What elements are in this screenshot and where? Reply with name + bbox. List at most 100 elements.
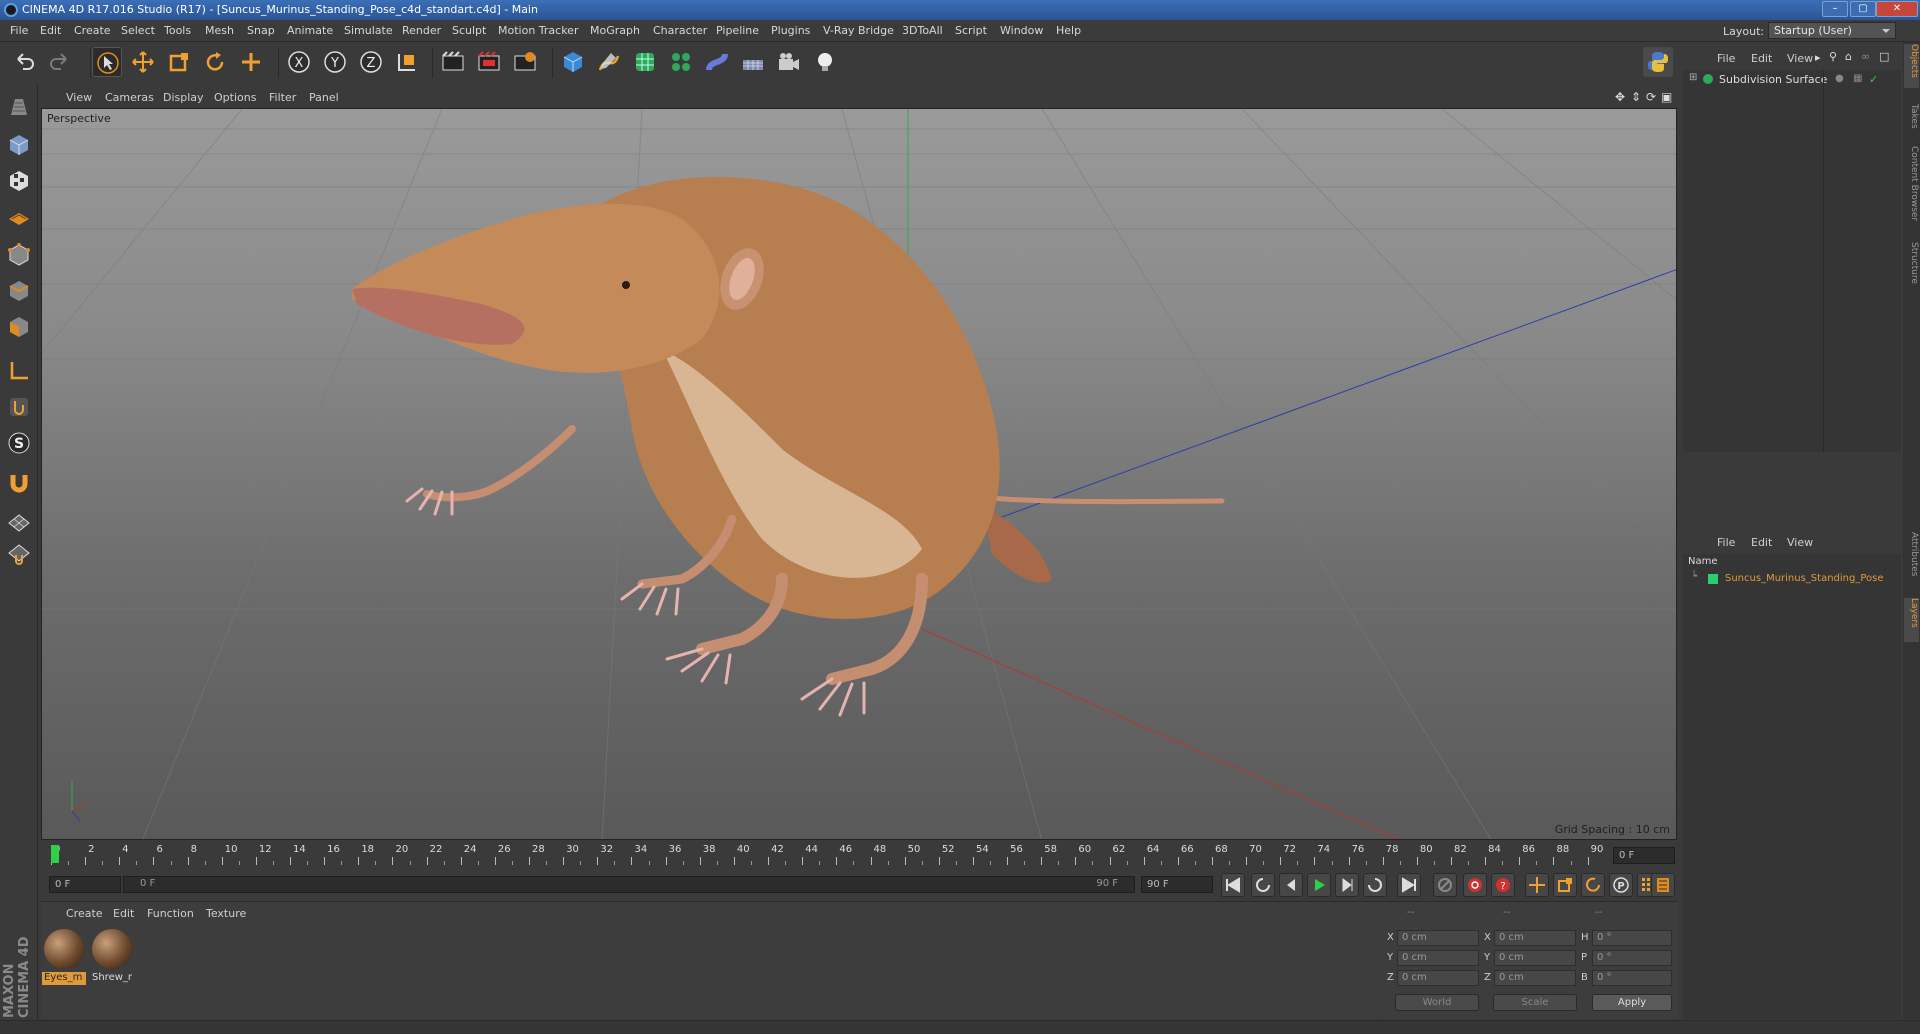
menu-help[interactable]: Help <box>1056 24 1081 37</box>
go-to-end-icon[interactable] <box>1397 873 1421 897</box>
tag-icon[interactable]: ▦ <box>1853 73 1862 84</box>
menu-snap[interactable]: Snap <box>247 24 275 37</box>
cube-icon[interactable] <box>558 47 588 77</box>
undo-icon[interactable] <box>10 47 40 77</box>
solo-icon[interactable]: S <box>4 428 34 458</box>
keyframe-selection-icon[interactable]: ? <box>1491 873 1515 897</box>
snap-enable-icon[interactable] <box>4 540 34 570</box>
viewport-menu-panel[interactable]: Panel <box>309 91 339 104</box>
start-frame-field[interactable]: 0 F <box>49 876 121 893</box>
pos-z-field[interactable]: 0 cm <box>1397 970 1479 986</box>
dolly-icon[interactable]: ⇕ <box>1631 90 1641 104</box>
size-x-field[interactable]: 0 cm <box>1494 930 1576 946</box>
rot-h-field[interactable]: 0 ° <box>1592 930 1672 946</box>
snap-grid-icon[interactable] <box>4 506 34 536</box>
layer-color-swatch[interactable] <box>1708 574 1718 584</box>
add-icon[interactable] <box>236 47 266 77</box>
z-axis-icon[interactable]: Z <box>356 47 386 77</box>
new-window-icon[interactable]: □ <box>1879 50 1889 63</box>
size-y-field[interactable]: 0 cm <box>1494 950 1576 966</box>
apply-button[interactable]: Apply <box>1592 994 1672 1011</box>
layers-menu-edit[interactable]: Edit <box>1751 536 1772 549</box>
menu-window[interactable]: Window <box>1000 24 1043 37</box>
menu-select[interactable]: Select <box>121 24 155 37</box>
object-mode-icon[interactable] <box>4 130 34 160</box>
pos-y-field[interactable]: 0 cm <box>1397 950 1479 966</box>
menu-motion-tracker[interactable]: Motion Tracker <box>498 24 578 37</box>
step-forward-icon[interactable] <box>1335 873 1359 897</box>
menu-simulate[interactable]: Simulate <box>344 24 393 37</box>
coord-transform-select[interactable]: Scale <box>1493 994 1577 1011</box>
material-menu-edit[interactable]: Edit <box>113 907 134 920</box>
move-key-icon[interactable] <box>1525 873 1549 897</box>
search-icon[interactable]: ⚲ <box>1829 50 1837 63</box>
home-icon[interactable]: ⌂ <box>1845 50 1852 63</box>
x-axis-icon[interactable]: X <box>284 47 314 77</box>
current-frame-field[interactable]: 0 F <box>1613 847 1675 864</box>
next-key-icon[interactable] <box>1363 873 1387 897</box>
python-icon[interactable] <box>1643 47 1673 77</box>
menu-pipeline[interactable]: Pipeline <box>716 24 759 37</box>
array-icon[interactable] <box>666 47 696 77</box>
maximize-view-icon[interactable]: ▣ <box>1661 90 1672 104</box>
close-icon[interactable]: ✕ <box>1876 1 1918 17</box>
objects-menu-edit[interactable]: Edit <box>1751 52 1772 65</box>
autokey-icon[interactable] <box>1463 873 1487 897</box>
move-icon[interactable] <box>128 47 158 77</box>
scale-key-icon[interactable] <box>1553 873 1577 897</box>
viewport-menu-display[interactable]: Display <box>163 91 204 104</box>
material-menu-texture[interactable]: Texture <box>206 907 246 920</box>
subdivision-icon[interactable] <box>630 47 660 77</box>
frame-range-slider[interactable]: 0 F 90 F <box>123 876 1135 893</box>
pen-spline-icon[interactable] <box>594 47 624 77</box>
axis-icon[interactable] <box>4 356 34 386</box>
viewport-perspective[interactable]: Perspective Grid Spacing : 10 cm <box>41 108 1677 840</box>
polygons-mode-icon[interactable] <box>4 312 34 342</box>
timeline-playhead[interactable] <box>51 845 59 863</box>
edges-mode-icon[interactable] <box>4 276 34 306</box>
layout-select[interactable]: Startup (User) <box>1768 22 1896 39</box>
menu-sculpt[interactable]: Sculpt <box>452 24 486 37</box>
world-coordinates-icon[interactable] <box>392 47 422 77</box>
menu-mograph[interactable]: MoGraph <box>590 24 640 37</box>
material-menu-create[interactable]: Create <box>66 907 103 920</box>
floor-icon[interactable] <box>738 47 768 77</box>
expand-icon[interactable]: ⊞ <box>1689 72 1697 83</box>
menu-animate[interactable]: Animate <box>287 24 333 37</box>
viewport-menu-options[interactable]: Options <box>214 91 256 104</box>
render-settings-icon[interactable] <box>510 47 540 77</box>
model-mode-icon[interactable] <box>4 92 34 122</box>
menu-character[interactable]: Character <box>653 24 707 37</box>
go-to-start-icon[interactable] <box>1221 873 1245 897</box>
menu-create[interactable]: Create <box>74 24 111 37</box>
tab-layers[interactable]: Layers <box>1904 598 1919 642</box>
object-row[interactable]: ⊞ Subdivision Surface ● ▦ ✓ <box>1683 70 1901 88</box>
play-icon[interactable] <box>1307 873 1331 897</box>
layers-menu-file[interactable]: File <box>1717 536 1735 549</box>
pan-icon[interactable]: ✥ <box>1615 90 1625 104</box>
texture-mode-icon[interactable] <box>4 166 34 196</box>
timeline-window-icon[interactable] <box>1651 873 1675 897</box>
menu-edit[interactable]: Edit <box>40 24 61 37</box>
timeline-ruler[interactable]: 0246810121416182022242628303234363840424… <box>41 843 1677 867</box>
shrew-model[interactable] <box>352 176 1225 717</box>
deformer-icon[interactable] <box>702 47 732 77</box>
tab-takes[interactable]: Takes <box>1904 104 1919 140</box>
minimize-icon[interactable]: – <box>1822 1 1848 17</box>
menu-file[interactable]: File <box>10 24 28 37</box>
menu-script[interactable]: Script <box>955 24 987 37</box>
objects-menu-file[interactable]: File <box>1717 52 1735 65</box>
render-view-icon[interactable] <box>438 47 468 77</box>
render-picture-viewer-icon[interactable] <box>474 47 504 77</box>
param-key-icon[interactable]: P <box>1609 873 1633 897</box>
record-icon[interactable] <box>1433 873 1457 897</box>
orbit-icon[interactable]: ⟳ <box>1646 90 1656 104</box>
workplane-icon[interactable] <box>4 202 34 232</box>
tab-structure[interactable]: Structure <box>1904 242 1919 294</box>
viewport-menu-view[interactable]: View <box>66 91 92 104</box>
rotate-icon[interactable] <box>200 47 230 77</box>
link-icon[interactable]: ∞ <box>1861 50 1870 63</box>
material-swatch[interactable]: Eyes_m <box>42 927 86 987</box>
rot-p-field[interactable]: 0 ° <box>1592 950 1672 966</box>
viewport-menu-cameras[interactable]: Cameras <box>105 91 154 104</box>
